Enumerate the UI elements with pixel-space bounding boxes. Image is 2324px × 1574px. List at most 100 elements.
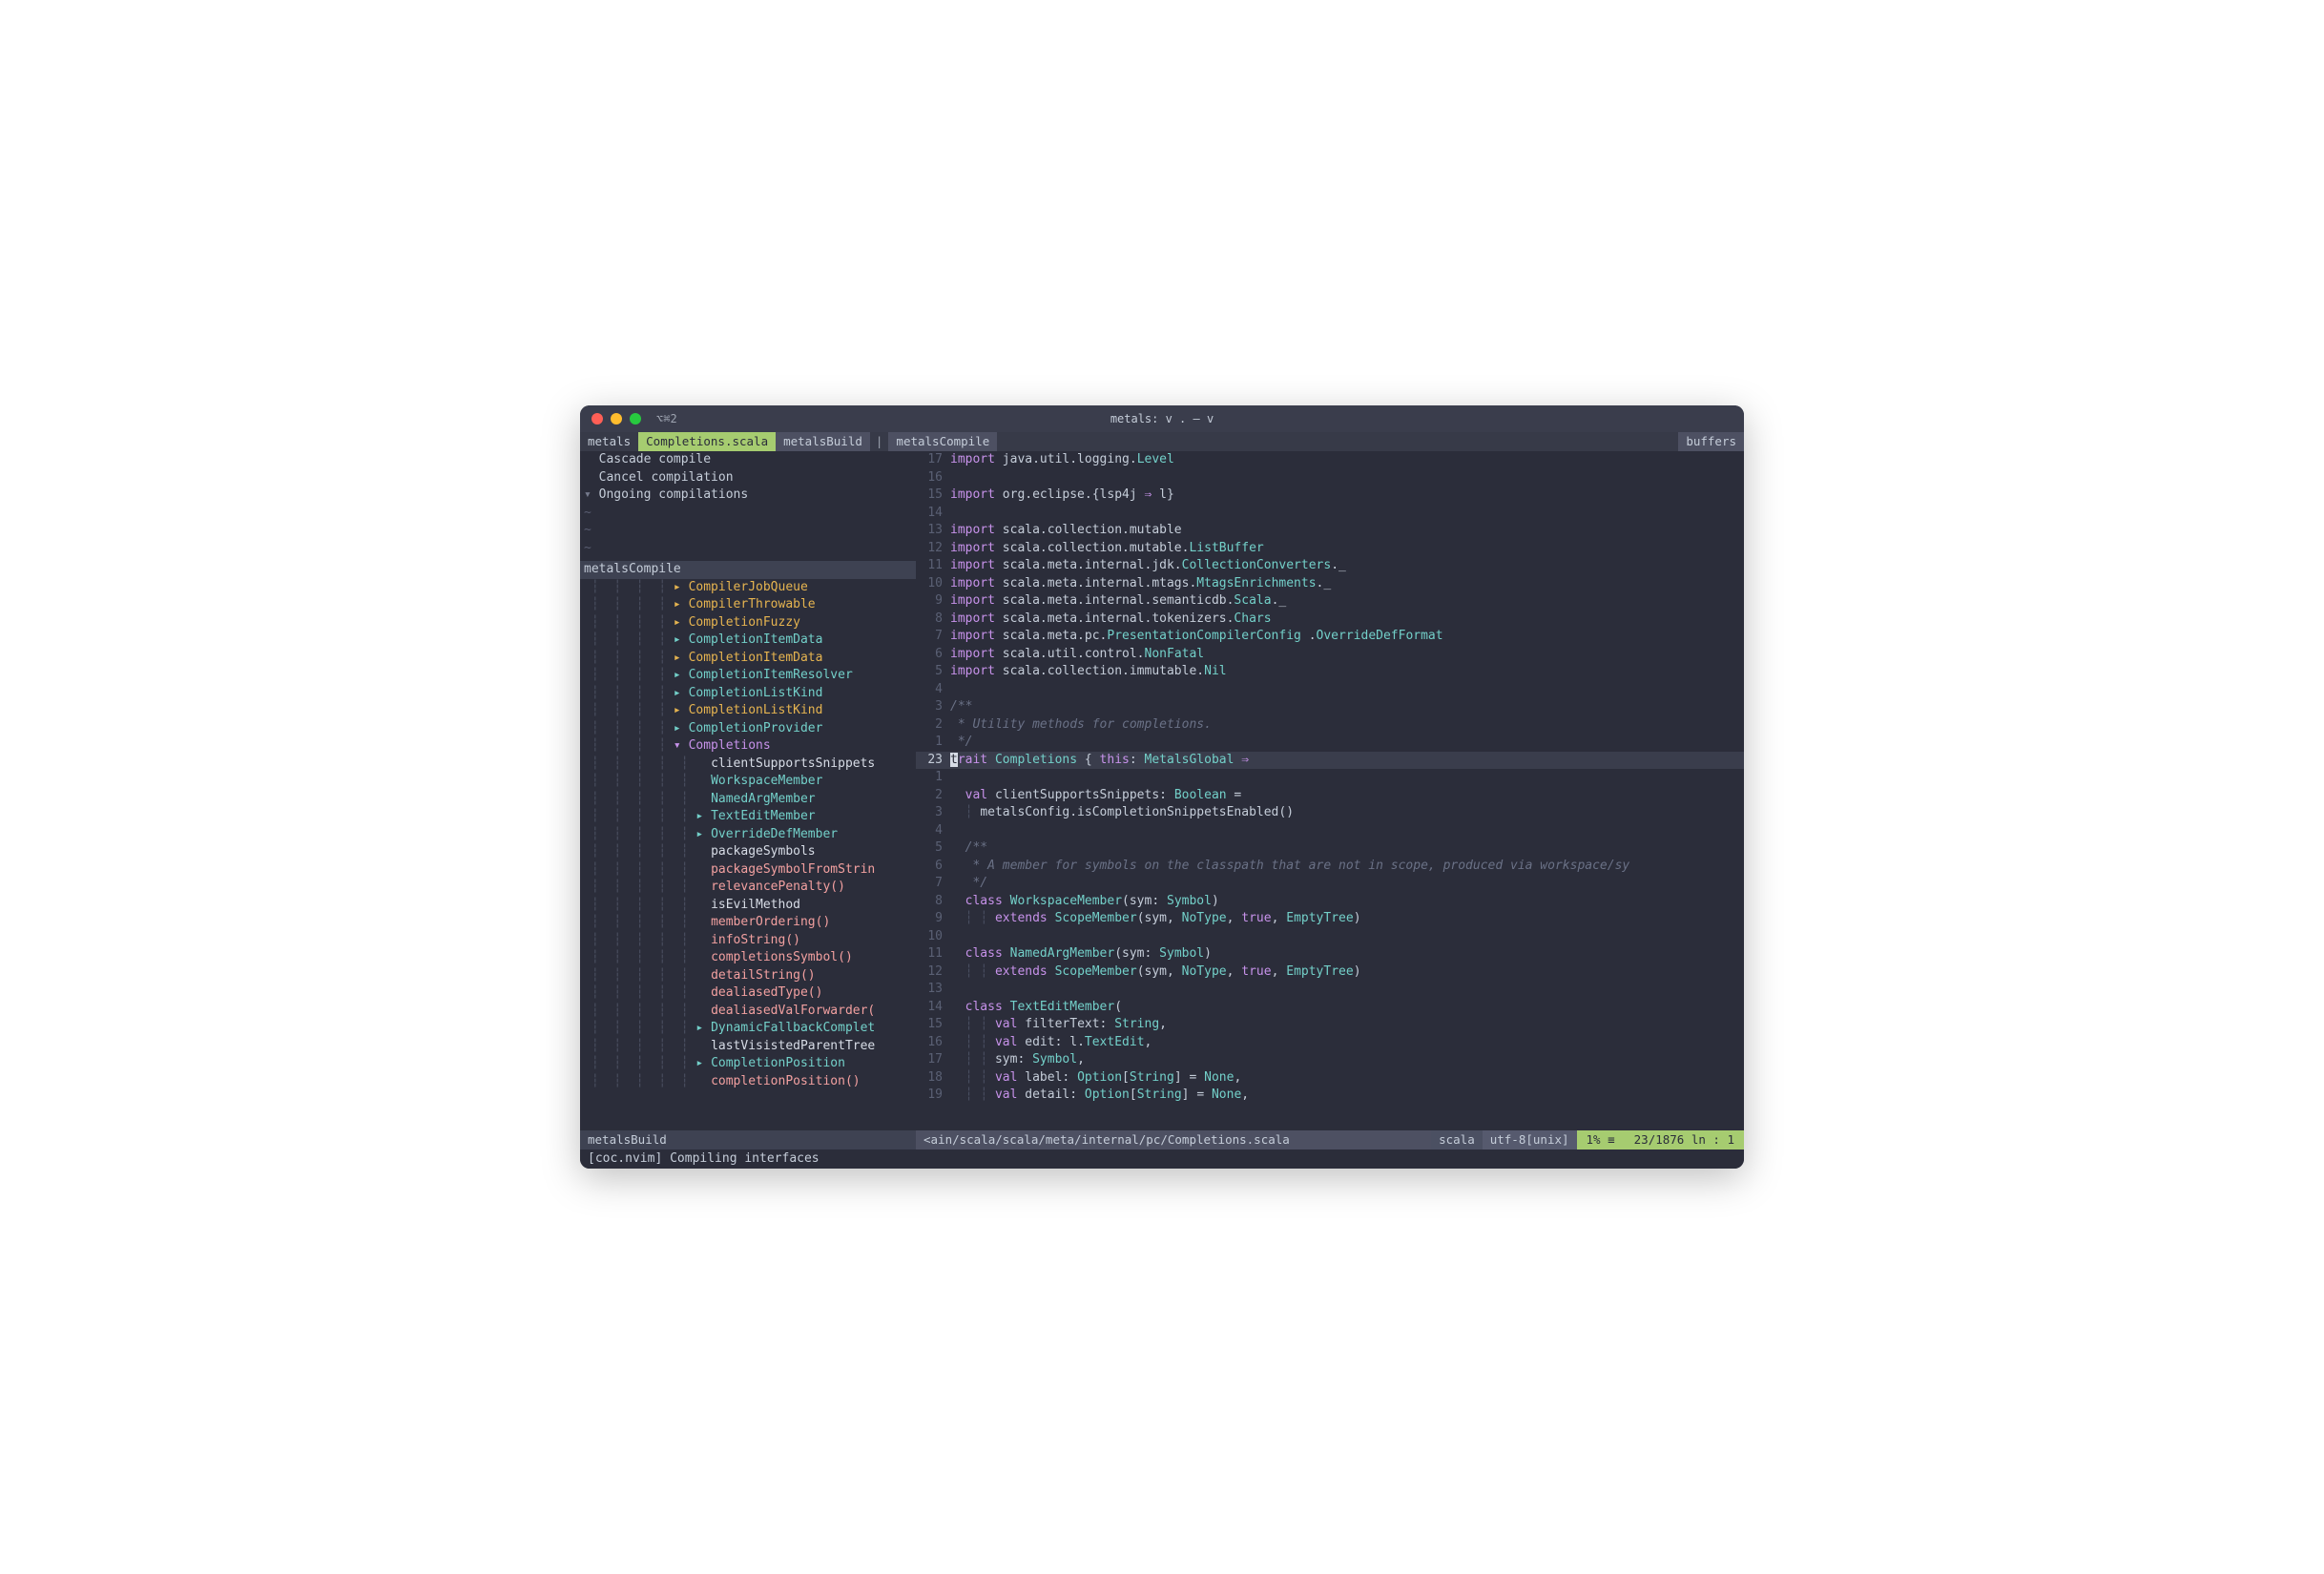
close-icon[interactable] bbox=[591, 413, 603, 425]
status-filetype: scala bbox=[1431, 1130, 1483, 1149]
line-number: 4 bbox=[916, 822, 950, 840]
code-line[interactable]: 23trait Completions { this: MetalsGlobal… bbox=[916, 752, 1744, 770]
code-line[interactable]: 11import scala.meta.internal.jdk.Collect… bbox=[916, 557, 1744, 575]
code-line[interactable]: 15 ┆ ┆ val filterText: String, bbox=[916, 1016, 1744, 1034]
code-line[interactable]: 16 ┆ ┆ val edit: l.TextEdit, bbox=[916, 1034, 1744, 1052]
code-line[interactable]: 13 bbox=[916, 981, 1744, 999]
outline-item-label: dealiasedValForwarder( bbox=[711, 1004, 875, 1018]
maximize-icon[interactable] bbox=[630, 413, 641, 425]
code-line[interactable]: 10import scala.meta.internal.mtags.Mtags… bbox=[916, 575, 1744, 593]
outline-item-label: completionsSymbol() bbox=[711, 950, 853, 964]
code-line[interactable]: 7import scala.meta.pc.PresentationCompil… bbox=[916, 628, 1744, 646]
outline-item[interactable]: ┆ ┆ ┆ ┆ ▸ CompilerJobQueue bbox=[580, 579, 916, 597]
outline-item[interactable]: ┆ ┆ ┆ ┆ ▾ Completions bbox=[580, 737, 916, 756]
code-line[interactable]: 6 * A member for symbols on the classpat… bbox=[916, 858, 1744, 876]
titlebar[interactable]: ⌥⌘2 metals: v . — v bbox=[580, 405, 1744, 432]
outline-item[interactable]: ┆ ┆ ┆ ┆ ▸ CompletionItemResolver bbox=[580, 667, 916, 685]
status-encoding: utf-8[unix] bbox=[1483, 1130, 1577, 1149]
code-line[interactable]: 15import org.eclipse.{lsp4j ⇒ l} bbox=[916, 487, 1744, 505]
outline-item[interactable]: ┆ ┆ ┆ ┆ ┆ relevancePenalty() bbox=[580, 879, 916, 897]
outline-item[interactable]: ┆ ┆ ┆ ┆ ┆ ▸ TextEditMember bbox=[580, 808, 916, 826]
outline-item[interactable]: ┆ ┆ ┆ ┆ ┆ dealiasedValForwarder( bbox=[580, 1003, 916, 1021]
code-line[interactable]: 8import scala.meta.internal.tokenizers.C… bbox=[916, 611, 1744, 629]
outline-heading[interactable]: metalsCompile bbox=[580, 561, 916, 579]
outline-item[interactable]: ┆ ┆ ┆ ┆ ┆ lastVisistedParentTree bbox=[580, 1038, 916, 1056]
code-line[interactable]: 8 class WorkspaceMember(sym: Symbol) bbox=[916, 893, 1744, 911]
code-line[interactable]: 17import java.util.logging.Level bbox=[916, 451, 1744, 469]
outline-item[interactable]: ┆ ┆ ┆ ┆ ┆ packageSymbols bbox=[580, 843, 916, 861]
minimize-icon[interactable] bbox=[611, 413, 622, 425]
outline-item[interactable]: ┆ ┆ ┆ ┆ ┆ WorkspaceMember bbox=[580, 773, 916, 791]
line-number: 15 bbox=[916, 1016, 950, 1034]
tab-active[interactable]: Completions.scala bbox=[638, 432, 776, 451]
code-line[interactable]: 13import scala.collection.mutable bbox=[916, 522, 1744, 540]
outline-item[interactable]: ┆ ┆ ┆ ┆ ┆ ▸ CompletionPosition bbox=[580, 1055, 916, 1073]
outline-item[interactable]: ┆ ┆ ┆ ┆ ┆ packageSymbolFromStrin bbox=[580, 861, 916, 880]
sidebar-action[interactable]: ▾ Ongoing compilations bbox=[580, 487, 916, 505]
outline-item[interactable]: ┆ ┆ ┆ ┆ ┆ infoString() bbox=[580, 932, 916, 950]
outline-item[interactable]: ┆ ┆ ┆ ┆ ▸ CompletionProvider bbox=[580, 720, 916, 738]
outline-item-label: CompilerThrowable bbox=[689, 597, 816, 611]
code-line[interactable]: 10 bbox=[916, 928, 1744, 946]
code-line[interactable]: 19 ┆ ┆ val detail: Option[String] = None… bbox=[916, 1087, 1744, 1105]
terminal-window: ⌥⌘2 metals: v . — v metals Completions.s… bbox=[580, 405, 1744, 1169]
code-line[interactable]: 3/** bbox=[916, 698, 1744, 716]
code-line[interactable]: 18 ┆ ┆ val label: Option[String] = None, bbox=[916, 1069, 1744, 1087]
outline-item[interactable]: ┆ ┆ ┆ ┆ ┆ ▸ OverrideDefMember bbox=[580, 826, 916, 844]
outline-item[interactable]: ┆ ┆ ┆ ┆ ▸ CompilerThrowable bbox=[580, 596, 916, 614]
statusline: metalsBuild <ain/scala/scala/meta/intern… bbox=[580, 1130, 1744, 1149]
outline-item[interactable]: ┆ ┆ ┆ ┆ ┆ NamedArgMember bbox=[580, 791, 916, 809]
caret-right-icon: ▸ bbox=[674, 651, 689, 665]
code-line[interactable]: 5 /** bbox=[916, 839, 1744, 858]
outline-item[interactable]: ┆ ┆ ┆ ┆ ┆ memberOrdering() bbox=[580, 914, 916, 932]
code-line[interactable]: 12 ┆ ┆ extends ScopeMember(sym, NoType, … bbox=[916, 963, 1744, 982]
tab-metals-build[interactable]: metalsBuild bbox=[776, 432, 870, 451]
code-line[interactable]: 14 class TextEditMember( bbox=[916, 999, 1744, 1017]
code-line[interactable]: 7 */ bbox=[916, 875, 1744, 893]
sidebar-action[interactable]: Cascade compile bbox=[580, 451, 916, 469]
code-line[interactable]: 4 bbox=[916, 681, 1744, 699]
outline-item[interactable]: ┆ ┆ ┆ ┆ ┆ detailString() bbox=[580, 967, 916, 985]
code-editor[interactable]: 17import java.util.logging.Level1615impo… bbox=[916, 451, 1744, 1130]
outline-item[interactable]: ┆ ┆ ┆ ┆ ┆ completionsSymbol() bbox=[580, 949, 916, 967]
code-line[interactable]: 11 class NamedArgMember(sym: Symbol) bbox=[916, 945, 1744, 963]
sidebar[interactable]: Cascade compile Cancel compilation ▾ Ong… bbox=[580, 451, 916, 1130]
window-title: metals: v . — v bbox=[1110, 412, 1214, 425]
code-line[interactable]: 9 ┆ ┆ extends ScopeMember(sym, NoType, t… bbox=[916, 910, 1744, 928]
code-line[interactable]: 2 val clientSupportsSnippets: Boolean = bbox=[916, 787, 1744, 805]
tab-metals-compile[interactable]: metalsCompile bbox=[888, 432, 997, 451]
outline-item[interactable]: ┆ ┆ ┆ ┆ ▸ CompletionListKind bbox=[580, 685, 916, 703]
outline-item[interactable]: ┆ ┆ ┆ ┆ ┆ dealiasedType() bbox=[580, 984, 916, 1003]
outline-item[interactable]: ┆ ┆ ┆ ┆ ┆ completionPosition() bbox=[580, 1073, 916, 1091]
outline-item[interactable]: ┆ ┆ ┆ ┆ ┆ clientSupportsSnippets bbox=[580, 756, 916, 774]
code-line[interactable]: 17 ┆ ┆ sym: Symbol, bbox=[916, 1051, 1744, 1069]
outline-item[interactable]: ┆ ┆ ┆ ┆ ▸ CompletionListKind bbox=[580, 702, 916, 720]
code-line[interactable]: 16 bbox=[916, 469, 1744, 487]
line-number: 11 bbox=[916, 557, 950, 575]
code-line[interactable]: 6import scala.util.control.NonFatal bbox=[916, 646, 1744, 664]
outline-item[interactable]: ┆ ┆ ┆ ┆ ▸ CompletionItemData bbox=[580, 650, 916, 668]
caret-right-icon: ▸ bbox=[674, 632, 689, 647]
code-line[interactable]: 2 * Utility methods for completions. bbox=[916, 716, 1744, 735]
code-line[interactable]: 14 bbox=[916, 505, 1744, 523]
code-line[interactable]: 5import scala.collection.immutable.Nil bbox=[916, 663, 1744, 681]
code-line[interactable]: 4 bbox=[916, 822, 1744, 840]
code-line[interactable]: 1 bbox=[916, 769, 1744, 787]
line-number: 1 bbox=[916, 769, 950, 787]
sidebar-action[interactable]: Cancel compilation bbox=[580, 469, 916, 487]
outline-item[interactable]: ┆ ┆ ┆ ┆ ┆ ▸ DynamicFallbackComplet bbox=[580, 1020, 916, 1038]
outline-item[interactable]: ┆ ┆ ┆ ┆ ▸ CompletionItemData bbox=[580, 632, 916, 650]
line-number: 15 bbox=[916, 487, 950, 505]
outline-item[interactable]: ┆ ┆ ┆ ┆ ▸ CompletionFuzzy bbox=[580, 614, 916, 632]
code-line[interactable]: 9import scala.meta.internal.semanticdb.S… bbox=[916, 592, 1744, 611]
code-line[interactable]: 12import scala.collection.mutable.ListBu… bbox=[916, 540, 1744, 558]
outline-item-label: isEvilMethod bbox=[711, 898, 800, 912]
buffer-tabline: metals Completions.scala metalsBuild | m… bbox=[580, 432, 1744, 451]
code-line[interactable]: 1 */ bbox=[916, 734, 1744, 752]
outline-item[interactable]: ┆ ┆ ┆ ┆ ┆ isEvilMethod bbox=[580, 897, 916, 915]
line-number: 17 bbox=[916, 451, 950, 469]
tab-buffers[interactable]: buffers bbox=[1678, 432, 1744, 451]
code-line[interactable]: 3 ┆ metalsConfig.isCompletionSnippetsEna… bbox=[916, 804, 1744, 822]
outline-item-label: memberOrdering() bbox=[711, 915, 830, 929]
empty-line: ~ bbox=[580, 540, 916, 558]
